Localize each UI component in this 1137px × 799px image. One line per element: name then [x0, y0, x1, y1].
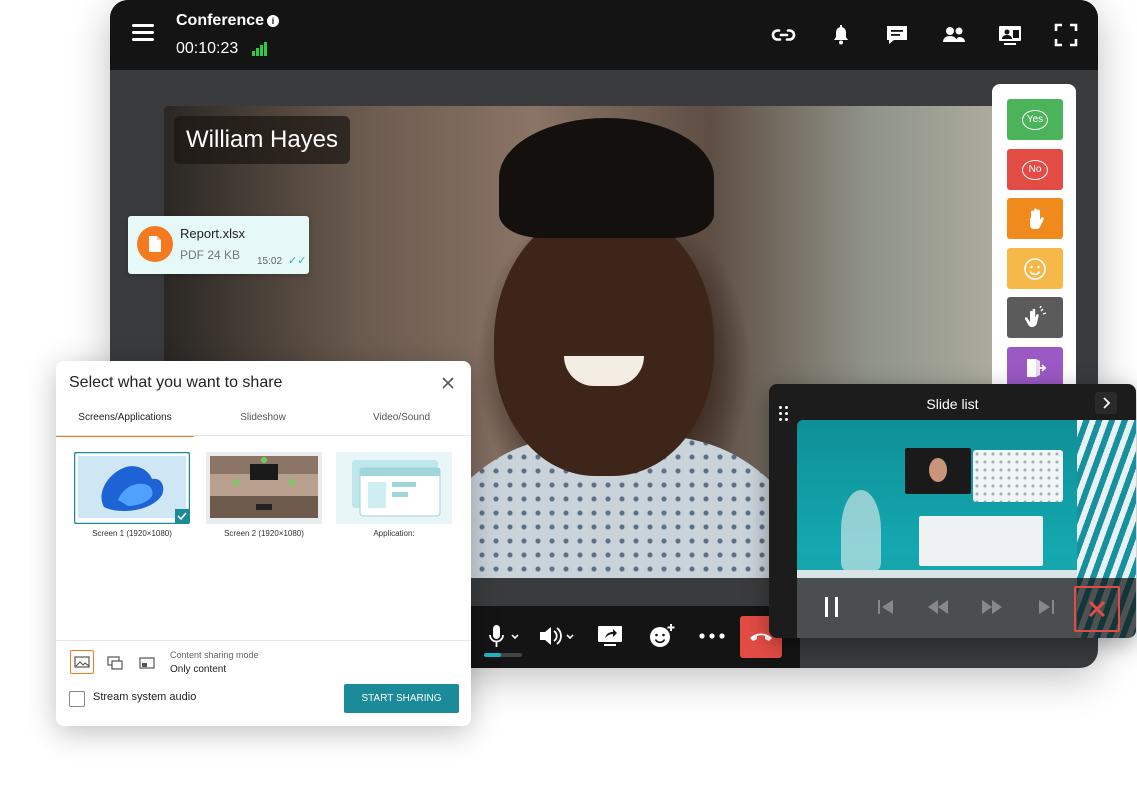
start-sharing-button[interactable]: START SHARING [344, 684, 459, 713]
source-label-screen-1: Screen 1 (1920×1080) [92, 529, 172, 538]
microphone-button[interactable] [484, 618, 524, 654]
smile-button[interactable] [1007, 248, 1063, 289]
source-label-application: Application: [373, 529, 415, 538]
conference-timer: 00:10:23 [176, 40, 239, 57]
share-dialog: Select what you want to share Screens/Ap… [56, 361, 471, 726]
link-icon[interactable] [770, 21, 798, 49]
applause-button[interactable] [1007, 297, 1063, 338]
next-slide-icon[interactable] [979, 594, 1005, 620]
no-label: No [1022, 159, 1048, 180]
signal-strength-icon [252, 42, 268, 56]
mode-content-with-video-button[interactable] [102, 650, 127, 675]
content-side-icon [138, 656, 155, 669]
source-screen-1[interactable] [73, 451, 191, 525]
tab-screens-applications[interactable]: Screens/Applications [56, 401, 194, 437]
file-meta: PDF 24 KB [180, 248, 241, 262]
applause-icon [1024, 305, 1047, 327]
emoji-add-icon [650, 624, 675, 647]
exit-icon [1027, 358, 1047, 377]
source-label-screen-2: Screen 2 (1920×1080) [224, 529, 304, 538]
close-icon[interactable] [440, 375, 456, 391]
share-screen-button[interactable] [592, 618, 628, 654]
reactions-button[interactable] [644, 618, 680, 654]
share-screen-icon [598, 626, 622, 646]
image-icon [74, 656, 90, 668]
mode-content-side-by-side-button[interactable] [134, 650, 159, 675]
layout-icon[interactable] [996, 21, 1024, 49]
no-button[interactable]: No [1007, 149, 1063, 190]
speaker-icon [540, 627, 574, 645]
top-bar: Conference i 00:10:23 [110, 0, 1098, 70]
source-application[interactable] [336, 452, 452, 524]
raise-hand-button[interactable] [1007, 198, 1063, 239]
slide-list-panel: Slide list [769, 384, 1136, 638]
mode-only-content-button[interactable] [70, 650, 94, 674]
chat-icon[interactable] [883, 21, 911, 49]
stop-slideshow-button[interactable] [1074, 586, 1120, 632]
first-slide-icon[interactable] [873, 594, 899, 620]
chevron-right-icon[interactable] [1095, 392, 1117, 414]
tab-slideshow[interactable]: Slideshow [194, 401, 332, 435]
leave-button[interactable] [1007, 347, 1063, 388]
source-screen-2[interactable] [206, 452, 322, 524]
hand-icon [1030, 208, 1044, 229]
content-sharing-mode-caption: Content sharing mode [170, 650, 259, 660]
microphone-icon [489, 625, 519, 647]
smile-icon [1024, 257, 1046, 280]
yes-label: Yes [1022, 109, 1048, 130]
microphone-level [484, 653, 522, 657]
more-icon [699, 633, 725, 639]
double-check-icon: ✓✓ [288, 255, 307, 267]
participants-icon[interactable] [940, 21, 968, 49]
reactions-panel: Yes No [992, 84, 1076, 404]
content-video-icon [106, 655, 123, 670]
previous-slide-icon[interactable] [925, 594, 951, 620]
tab-video-sound[interactable]: Video/Sound [332, 401, 471, 435]
stream-audio-label: Stream system audio [93, 691, 197, 703]
share-dialog-title: Select what you want to share [69, 374, 283, 391]
content-sharing-mode-value: Only content [170, 664, 227, 675]
file-name: Report.xlsx [180, 226, 246, 241]
fullscreen-icon[interactable] [1052, 21, 1080, 49]
yes-button[interactable]: Yes [1007, 99, 1063, 140]
file-icon [137, 226, 173, 262]
slide-list-title: Slide list [926, 396, 979, 412]
stream-audio-checkbox[interactable] [69, 691, 85, 707]
speaker-button[interactable] [536, 618, 578, 654]
participant-name: William Hayes [174, 116, 351, 164]
file-time: 15:02 [257, 256, 283, 267]
close-icon [1088, 600, 1106, 618]
last-slide-icon[interactable] [1033, 594, 1059, 620]
pause-icon[interactable] [819, 594, 845, 620]
file-message[interactable]: Report.xlsx PDF 24 KB 15:02 ✓✓ [128, 216, 309, 274]
conference-title: Conference [176, 12, 265, 29]
bell-icon[interactable] [827, 21, 855, 49]
info-icon[interactable]: i [267, 15, 279, 27]
menu-icon[interactable] [132, 24, 154, 42]
more-button[interactable] [694, 618, 730, 654]
